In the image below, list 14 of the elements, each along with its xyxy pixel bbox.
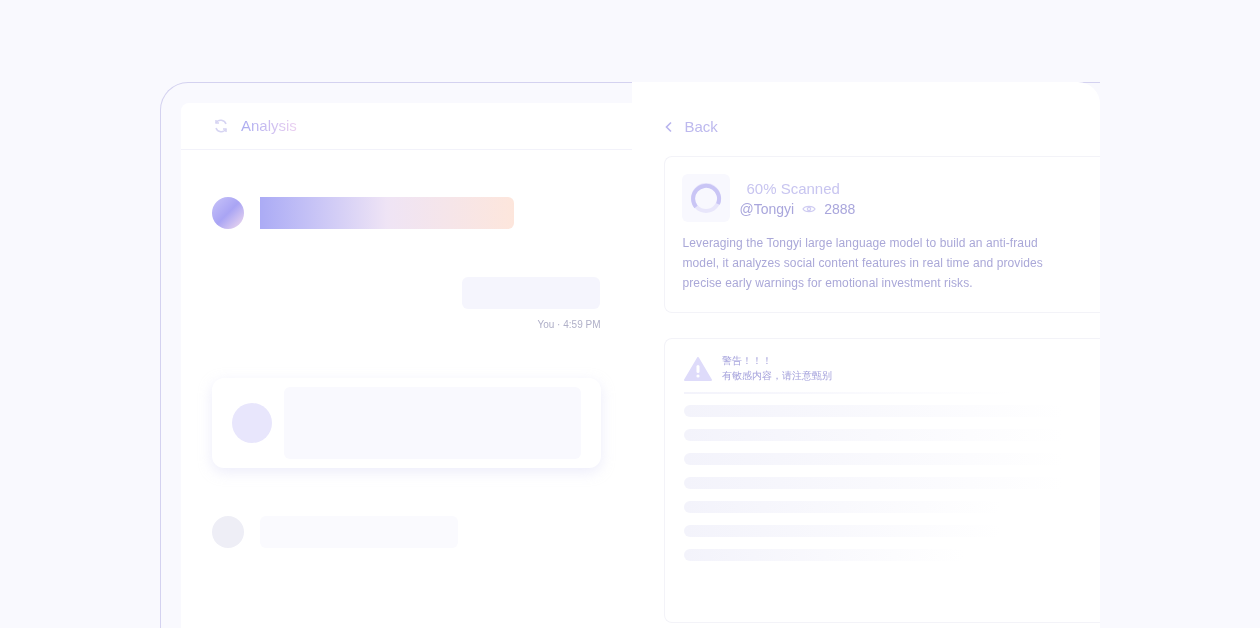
back-link[interactable]: Back (684, 116, 718, 139)
warning-message: 有敏感内容，请注意甄别 (722, 368, 833, 383)
avatar (212, 197, 244, 229)
progress-ring-icon (690, 181, 723, 214)
eye-icon (802, 204, 817, 214)
view-count: 2888 (824, 199, 856, 219)
avatar (232, 403, 272, 443)
description: Leveraging the Tongyi large language model to build an anti-fraud model, it analyzes social content features in real time and provides precise early warnings for emotional investment risks. (682, 234, 1044, 292)
message-time: You · 4:59 PM (537, 318, 601, 332)
refresh-icon (213, 118, 229, 134)
warning-icon (684, 356, 713, 381)
warning-title: 警告！！！ (722, 353, 774, 368)
author-handle: @Tongyi (739, 199, 795, 219)
scan-status: 60% Scanned (746, 178, 841, 198)
